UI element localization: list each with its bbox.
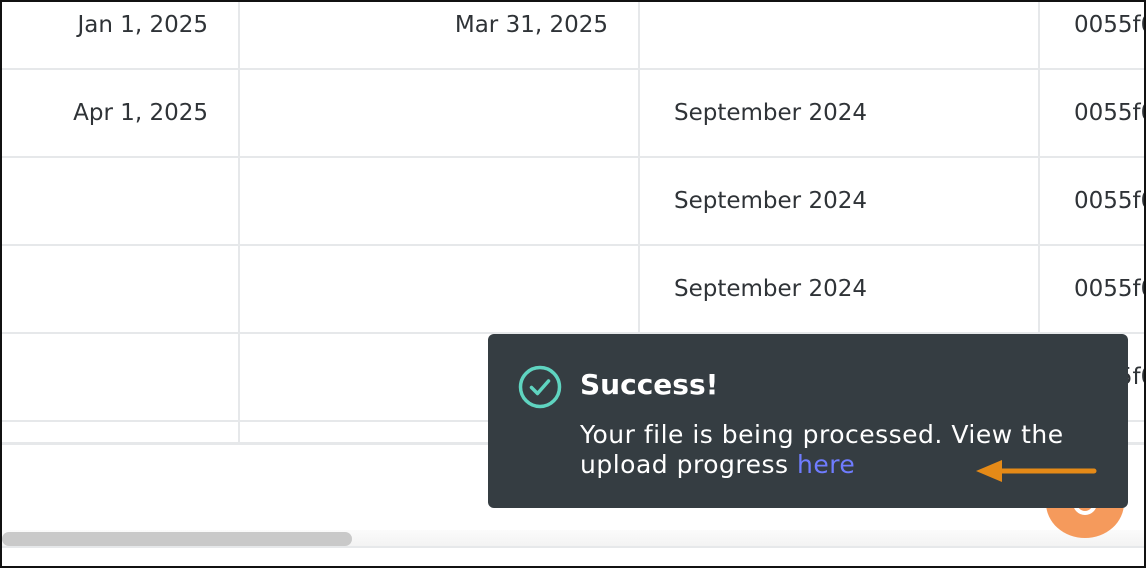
month-cell bbox=[640, 2, 1040, 68]
end-date-cell bbox=[240, 70, 640, 156]
start-date-cell bbox=[2, 422, 240, 444]
arrow-left-icon bbox=[976, 460, 1097, 482]
toast-title: Success! bbox=[580, 368, 719, 401]
table-row[interactable]: September 2024 0055f0 bbox=[2, 246, 1144, 334]
start-date-cell bbox=[2, 334, 240, 420]
month-cell: September 2024 bbox=[640, 158, 1040, 244]
start-date-cell: Jan 1, 2025 bbox=[2, 2, 240, 68]
table-row[interactable]: September 2024 0055f0 bbox=[2, 158, 1144, 246]
success-toast: Success! Your file is being processed. V… bbox=[488, 334, 1128, 508]
start-date-cell bbox=[2, 246, 240, 332]
id-cell: 0055f0 bbox=[1074, 188, 1144, 214]
upload-progress-link[interactable]: here bbox=[797, 450, 855, 479]
id-cell: 0055f0 bbox=[1074, 276, 1144, 302]
bottom-divider bbox=[2, 546, 1144, 548]
app-window: Jan 1, 2025 Mar 31, 2025 0055f0 Apr 1, 2… bbox=[0, 0, 1146, 568]
table-row[interactable]: Apr 1, 2025 September 2024 0055f0 bbox=[2, 70, 1144, 158]
id-cell: 0055f0 bbox=[1074, 100, 1144, 126]
end-date-cell bbox=[240, 158, 640, 244]
month-cell: September 2024 bbox=[640, 246, 1040, 332]
id-cell: 0055f0 bbox=[1074, 12, 1144, 38]
end-date-cell: Mar 31, 2025 bbox=[240, 2, 640, 68]
check-circle-icon bbox=[518, 365, 562, 409]
horizontal-scrollbar-thumb[interactable] bbox=[2, 532, 352, 546]
start-date-cell: Apr 1, 2025 bbox=[2, 70, 240, 156]
month-cell: September 2024 bbox=[640, 70, 1040, 156]
table-row[interactable]: Jan 1, 2025 Mar 31, 2025 0055f0 bbox=[2, 2, 1144, 70]
start-date-cell bbox=[2, 158, 240, 244]
end-date-cell bbox=[240, 246, 640, 332]
